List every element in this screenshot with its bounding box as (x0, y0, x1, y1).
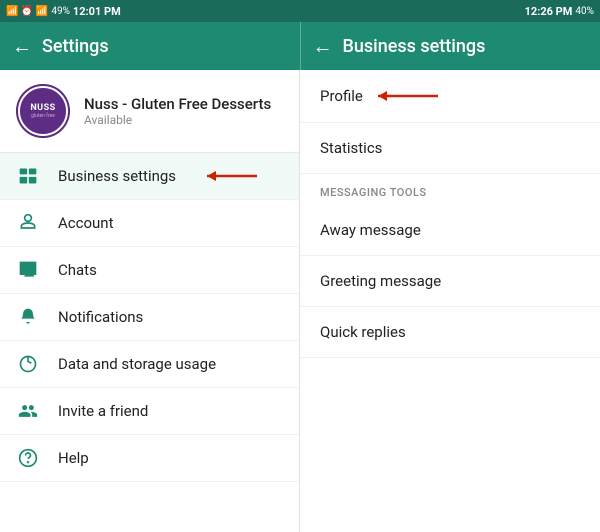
business-settings-icon (16, 166, 40, 186)
battery-right: 40% (575, 6, 594, 17)
time-right: 12:26 PM (525, 5, 573, 18)
menu-item-notifications[interactable]: Notifications (0, 294, 299, 341)
battery-left: 49% (51, 6, 70, 17)
messaging-tools-header: MESSAGING TOOLS (300, 174, 600, 205)
notifications-label: Notifications (58, 308, 143, 326)
menu-item-chats[interactable]: Chats (0, 247, 299, 294)
menu-item-invite-friend[interactable]: Invite a friend (0, 388, 299, 435)
invite-friend-label: Invite a friend (58, 402, 148, 420)
status-bars: 📶 ⏰ 📶 49% 12:01 PM 12:26 PM 40% (0, 0, 600, 22)
menu-item-help[interactable]: Help (0, 435, 299, 482)
right-menu-item-profile[interactable]: Profile (300, 70, 600, 123)
left-back-button[interactable]: ← (12, 34, 32, 59)
business-settings-arrow (202, 166, 262, 186)
profile-status: Available (84, 113, 283, 127)
right-menu-item-statistics[interactable]: Statistics (300, 123, 600, 174)
invite-friend-icon (16, 401, 40, 421)
right-menu-item-greeting-message[interactable]: Greeting message (300, 256, 600, 307)
profile-name: Nuss - Gluten Free Desserts (84, 95, 283, 113)
right-menu-item-quick-replies[interactable]: Quick replies (300, 307, 600, 358)
profile-red-arrow (373, 86, 443, 106)
statistics-label: Statistics (320, 139, 382, 157)
greeting-message-label: Greeting message (320, 272, 441, 290)
account-label: Account (58, 214, 114, 232)
chats-label: Chats (58, 261, 97, 279)
data-storage-icon (16, 354, 40, 374)
notifications-icon (16, 307, 40, 327)
left-panel-title: Settings (42, 36, 109, 57)
right-app-bar: ← Business settings (301, 22, 600, 70)
left-panel: NUSS gluten free Nuss - Gluten Free Dess… (0, 70, 300, 532)
app-bars: ← Settings ← Business settings (0, 22, 600, 70)
data-storage-label: Data and storage usage (58, 355, 216, 373)
right-back-button[interactable]: ← (313, 34, 333, 59)
main-content: NUSS gluten free Nuss - Gluten Free Dess… (0, 70, 600, 532)
menu-item-account[interactable]: Account (0, 200, 299, 247)
menu-item-data-storage[interactable]: Data and storage usage (0, 341, 299, 388)
account-icon (16, 213, 40, 233)
business-settings-label: Business settings (58, 167, 176, 185)
right-menu-item-away-message[interactable]: Away message (300, 205, 600, 256)
time-left: 12:01 PM (73, 5, 121, 18)
right-panel-title: Business settings (343, 36, 486, 57)
chats-icon (16, 260, 40, 280)
avatar: NUSS gluten free (16, 84, 70, 138)
away-message-label: Away message (320, 221, 421, 239)
profile-info: Nuss - Gluten Free Desserts Available (84, 95, 283, 127)
menu-item-business-settings[interactable]: Business settings (0, 153, 299, 200)
help-icon (16, 448, 40, 468)
status-icons-left: 📶 ⏰ 📶 (6, 6, 48, 17)
help-label: Help (58, 449, 89, 467)
status-bar-left: 📶 ⏰ 📶 49% 12:01 PM (0, 0, 300, 22)
right-panel: Profile Statistics MESSAGING TOOLS Away … (300, 70, 600, 532)
status-bar-right: 12:26 PM 40% (300, 0, 600, 22)
left-app-bar: ← Settings (0, 22, 300, 70)
quick-replies-label: Quick replies (320, 323, 406, 341)
profile-header[interactable]: NUSS gluten free Nuss - Gluten Free Dess… (0, 70, 299, 153)
profile-label: Profile (320, 87, 363, 105)
